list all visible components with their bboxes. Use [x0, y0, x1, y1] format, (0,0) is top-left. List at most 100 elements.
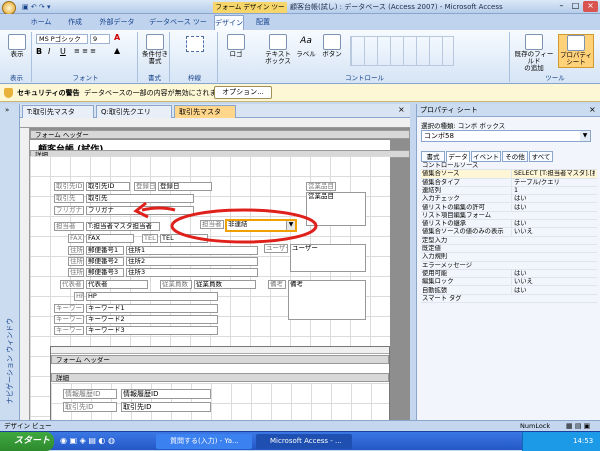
- property-name: 定型入力: [422, 236, 448, 244]
- nav-pane-label: ナビゲーション ウィンドウ: [6, 317, 14, 404]
- property-row[interactable]: 値リストの編集の許可 はい: [421, 203, 597, 212]
- italic-button[interactable]: I: [48, 47, 58, 57]
- property-row[interactable]: スマート タグ: [421, 295, 597, 304]
- property-sheet-button[interactable]: プロパティ シート: [558, 34, 594, 68]
- property-value[interactable]: いいえ: [511, 228, 595, 236]
- font-name-select[interactable]: MS Pゴシック: [36, 34, 88, 44]
- group-gridlines: 枠線: [172, 32, 218, 82]
- property-row[interactable]: 入力チェック はい: [421, 195, 597, 204]
- tab-q-torihikisaki-query[interactable]: Q:取引先クエリ: [96, 105, 172, 118]
- property-name: コントロールソース: [422, 162, 479, 169]
- property-row[interactable]: 連結列 1: [421, 186, 597, 196]
- font-color-icon[interactable]: A: [114, 34, 126, 44]
- property-value[interactable]: はい: [511, 195, 595, 203]
- control-gallery[interactable]: [350, 36, 454, 66]
- property-row[interactable]: 既定値: [421, 245, 597, 254]
- property-row[interactable]: 使用可能 はい: [421, 269, 597, 279]
- quick-launch-icons[interactable]: ◉ ▣ ◈ ▤ ◐ ◍: [60, 436, 150, 447]
- tab-external-data[interactable]: 外部データ: [96, 15, 138, 30]
- close-document-icon[interactable]: ×: [398, 105, 408, 115]
- property-row[interactable]: 自動拡張 はい: [421, 286, 597, 295]
- underline-button[interactable]: U: [60, 47, 70, 57]
- property-name: 値集合タイプ: [422, 178, 460, 186]
- prop-tab-all[interactable]: すべて: [529, 151, 553, 162]
- tab-home[interactable]: ホーム: [28, 15, 54, 30]
- property-row[interactable]: リスト項目編集フォーム: [421, 211, 597, 221]
- start-button[interactable]: スタート: [0, 432, 54, 451]
- prop-tab-data[interactable]: データ: [446, 151, 470, 162]
- prop-tab-format[interactable]: 書式: [421, 151, 445, 162]
- button-button[interactable]: ボタン: [320, 34, 344, 58]
- property-sheet-close-icon[interactable]: ×: [589, 105, 599, 115]
- tab-arrange[interactable]: 配置: [250, 15, 276, 30]
- label-icon: Aa: [300, 36, 312, 46]
- gridlines-icon[interactable]: [186, 36, 204, 52]
- property-value[interactable]: テーブル/クエリ: [511, 178, 595, 187]
- form-design-area[interactable]: フォーム ヘッダー 顧客台帳 (試作) 詳細 取引先ID 取引先ID 登録日 登…: [20, 118, 410, 420]
- security-title: セキュリティの警告: [17, 89, 80, 97]
- prop-tab-event[interactable]: イベント: [471, 151, 501, 162]
- group-format: 条件付き 書式 書式: [140, 32, 170, 82]
- minimize-icon[interactable]: –: [555, 2, 568, 12]
- tab-design[interactable]: デザイン: [214, 15, 244, 30]
- close-icon[interactable]: ×: [583, 1, 598, 12]
- align-left-icon[interactable]: ≡ ≡ ≡: [74, 47, 104, 57]
- property-row[interactable]: 値集合タイプ テーブル/クエリ: [421, 178, 597, 187]
- property-value[interactable]: はい: [511, 220, 595, 228]
- property-row[interactable]: エラーメッセージ: [421, 262, 597, 270]
- title-bar: ▣ ↶ ↷ ▾ フォーム デザイン ツール 顧客台帳(試し) : データベース …: [0, 0, 600, 21]
- view-switch-icons[interactable]: ▦ ▤ ▣: [566, 421, 590, 431]
- logo-button[interactable]: ロゴ: [224, 34, 248, 58]
- tab-create[interactable]: 作成: [62, 15, 88, 30]
- property-row[interactable]: 入力規則: [421, 253, 597, 262]
- group-label: ツール: [545, 74, 565, 82]
- property-row[interactable]: 定型入力: [421, 237, 597, 245]
- fill-color-icon[interactable]: ▲: [114, 47, 130, 57]
- options-button[interactable]: オプション...: [214, 86, 272, 99]
- property-row[interactable]: 編集ロック いいえ: [421, 278, 597, 287]
- property-value[interactable]: いいえ: [511, 278, 595, 286]
- tab-database-tools[interactable]: データベース ツール: [146, 15, 210, 40]
- property-value[interactable]: SELECT [T:担当者マスタ].[担: [511, 170, 595, 178]
- taskbar-item-browser[interactable]: 質問する(入力) - Ya...: [156, 434, 252, 449]
- add-existing-fields-button[interactable]: 既存のフィールド の追加: [512, 34, 556, 72]
- group-tools: 既存のフィールド の追加 プロパティ シート ツール: [512, 32, 598, 82]
- prop-tab-other[interactable]: その他: [502, 151, 528, 162]
- property-value[interactable]: はい: [511, 203, 595, 211]
- quick-access-toolbar[interactable]: ▣ ↶ ↷ ▾: [22, 3, 82, 12]
- property-name: エラーメッセージ: [422, 261, 472, 269]
- font-size-select[interactable]: 9: [90, 34, 110, 44]
- property-row[interactable]: 値集合ソースの値のみの表示 いいえ: [421, 228, 597, 237]
- property-value[interactable]: はい: [511, 269, 595, 278]
- property-value[interactable]: はい: [511, 286, 595, 294]
- property-value[interactable]: 1: [511, 186, 595, 195]
- view-icon: [8, 34, 26, 50]
- bold-button[interactable]: B: [36, 47, 46, 57]
- office-button[interactable]: [2, 1, 16, 15]
- conditional-format-button[interactable]: 条件付き 書式: [141, 34, 169, 65]
- taskbar-item-access[interactable]: Microsoft Access - ...: [256, 434, 352, 449]
- view-button[interactable]: 表示: [4, 34, 30, 58]
- group-view: 表示 表示: [2, 32, 32, 82]
- label-button[interactable]: Aa ラベル: [294, 34, 318, 58]
- object-select[interactable]: コンボ58 ▼: [421, 130, 591, 142]
- maximize-icon[interactable]: □: [569, 2, 582, 12]
- window-title: 顧客台帳(試し) : データベース (Access 2007) - Micros…: [290, 3, 503, 11]
- tab-t-torihikisaki-master[interactable]: T:取引先マスタ: [22, 105, 94, 118]
- tab-torihikisaki-master-form[interactable]: 取引先マスタ: [174, 105, 236, 118]
- dropdown-arrow-icon[interactable]: ▼: [580, 131, 590, 141]
- property-sheet-title: プロパティ シート: [417, 104, 600, 117]
- group-label: 書式: [148, 74, 161, 82]
- textbox-button[interactable]: テキスト ボックス: [264, 34, 292, 65]
- property-row[interactable]: 値集合ソース SELECT [T:担当者マスタ].[担: [421, 170, 597, 179]
- nav-expand-icon[interactable]: »: [5, 107, 15, 115]
- system-tray: 14:53: [522, 432, 600, 451]
- property-row[interactable]: コントロールソース: [421, 162, 597, 171]
- navigation-pane[interactable]: » ナビゲーション ウィンドウ: [0, 104, 20, 420]
- property-row[interactable]: 値リストの継承 はい: [421, 220, 597, 229]
- selection-type: 選択の種類: コンボ ボックス: [421, 122, 506, 130]
- property-sheet-icon: [567, 35, 585, 51]
- contextual-tool-label: フォーム デザイン ツール: [213, 2, 287, 21]
- property-name: 値リストの継承: [422, 220, 467, 228]
- property-name: リスト項目編集フォーム: [422, 211, 492, 219]
